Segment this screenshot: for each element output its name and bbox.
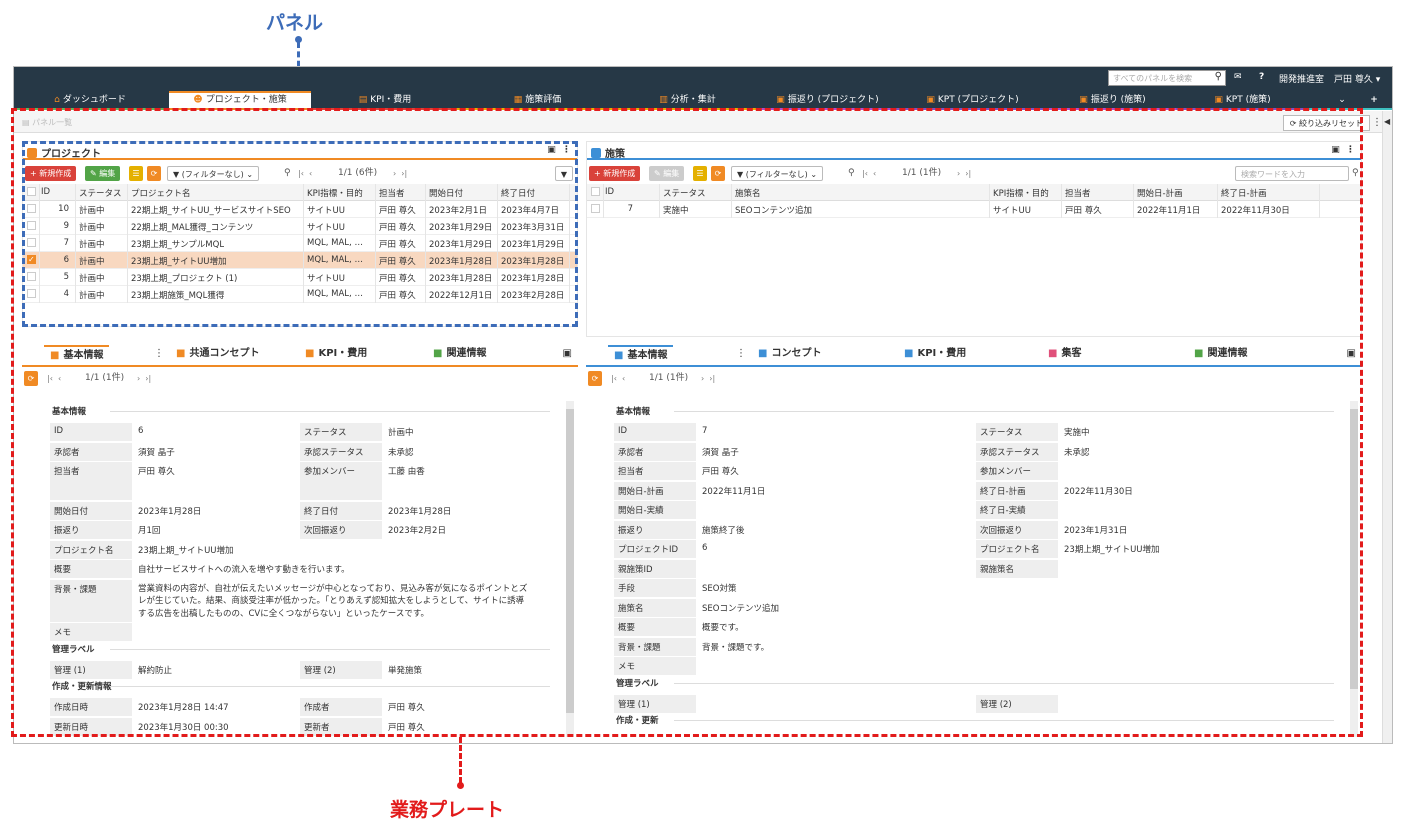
nav-tab[interactable]: ▣ KPT (施策) — [1179, 91, 1306, 109]
notification-icon[interactable]: ✉ — [1234, 72, 1242, 82]
plate-callout-label: 業務プレート — [390, 799, 505, 821]
search-placeholder: すべてのパネルを検索 — [1113, 74, 1193, 83]
panel-search-input[interactable]: すべてのパネルを検索 ⚲ — [1108, 70, 1226, 86]
clipboard-icon: ▦ — [513, 95, 523, 105]
nav-tab[interactable]: ▣ 振返り (プロジェクト) — [759, 91, 896, 109]
chart-icon: ▤ — [358, 95, 368, 105]
nav-tab-label: KPI・費用 — [370, 95, 412, 105]
nav-tab-label: 振返り (プロジェクト) — [787, 95, 879, 105]
nav-tab-label: KPT (施策) — [1225, 95, 1271, 105]
top-bar: すべてのパネルを検索 ⚲ ✉ ? 開発推進室 戸田 尊久 ▾ — [14, 67, 1392, 91]
book-icon: ▣ — [776, 95, 785, 105]
side-collapse-bar[interactable]: ◀ — [1382, 111, 1392, 743]
kpt-icon: ▣ — [1214, 95, 1223, 105]
nav-tab[interactable]: ☻ プロジェクト・施策 — [169, 91, 311, 109]
department-label[interactable]: 開発推進室 — [1279, 72, 1324, 85]
nav-tab[interactable]: ⌂ ダッシュボード — [14, 91, 166, 109]
plate-highlight-box — [11, 108, 1363, 737]
nav-tab-label: プロジェクト・施策 — [205, 95, 287, 105]
nav-tab-label: ダッシュボード — [62, 95, 126, 105]
nav-tab-label: 分析・集計 — [670, 95, 716, 105]
nav-tab[interactable]: ▥ 分析・集計 — [619, 91, 756, 109]
help-icon[interactable]: ? — [1259, 72, 1264, 82]
book-icon: ▣ — [1079, 95, 1088, 105]
add-tab-icon[interactable]: + — [1364, 91, 1384, 109]
plate-callout-line — [459, 737, 462, 783]
plate-callout-dot — [457, 782, 464, 789]
home-icon: ⌂ — [54, 95, 60, 105]
nav-tab[interactable]: ▤ KPI・費用 — [314, 91, 456, 109]
chevron-left-icon[interactable]: ◀ — [1384, 117, 1390, 126]
nav-tab-label: 振返り (施策) — [1090, 95, 1146, 105]
search-icon[interactable]: ⚲ — [1215, 71, 1222, 82]
bar-chart-icon: ▥ — [659, 95, 668, 105]
more-vertical-icon[interactable]: ⋮ — [1372, 117, 1382, 128]
panel-callout-label: パネル — [266, 12, 324, 34]
tab-bar: ⌂ ダッシュボード ☻ プロジェクト・施策 ▤ KPI・費用 ▦ 施策評価 ▥ 分析・集計 ▣ 振返り… — [14, 91, 1392, 109]
nav-tab-label: KPT (プロジェクト) — [937, 95, 1019, 105]
nav-tab[interactable]: ▣ KPT (プロジェクト) — [899, 91, 1046, 109]
more-tabs-icon[interactable]: ⌄ — [1332, 91, 1352, 109]
kpt-icon: ▣ — [926, 95, 935, 105]
nav-tab[interactable]: ▦ 施策評価 — [459, 91, 616, 109]
user-menu[interactable]: 戸田 尊久 ▾ — [1334, 72, 1380, 85]
nav-tab[interactable]: ▣ 振返り (施策) — [1049, 91, 1176, 109]
nav-tab-label: 施策評価 — [525, 95, 562, 105]
person-icon: ☻ — [193, 95, 203, 105]
